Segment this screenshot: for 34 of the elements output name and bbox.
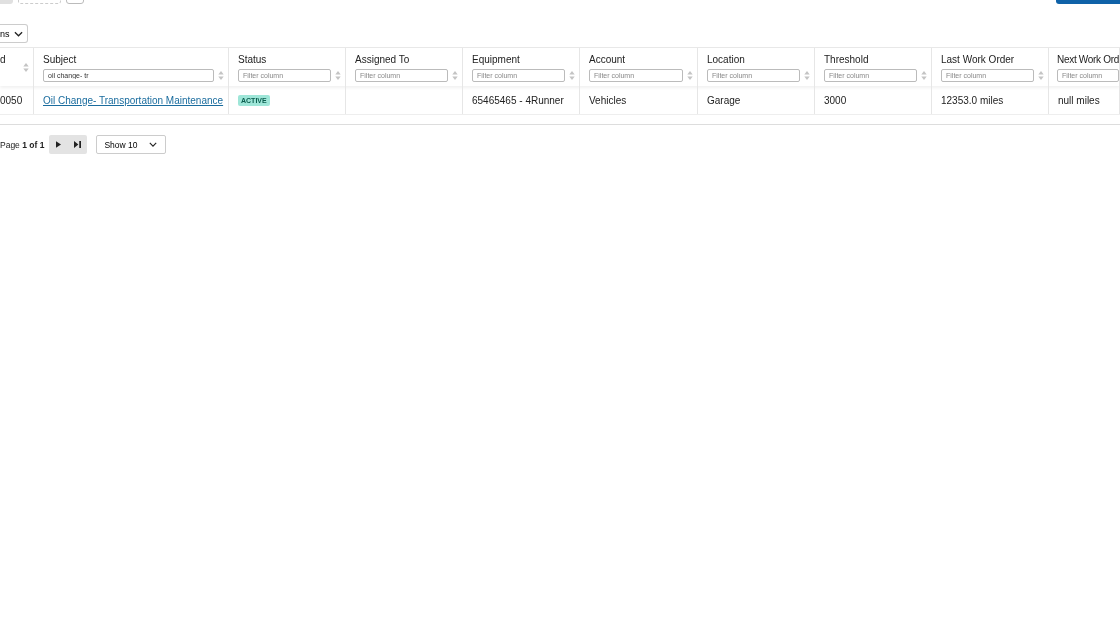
sort-icon[interactable] — [1038, 70, 1044, 80]
column-header: d — [0, 53, 7, 66]
table-cell: 0050 — [0, 94, 23, 106]
table-cell: 12353.0 miles — [941, 94, 1004, 106]
chevron-down-icon — [13, 30, 23, 37]
table-cell: 3000 — [824, 94, 847, 106]
column-header: Subject — [43, 53, 78, 66]
sort-icon[interactable] — [569, 70, 575, 80]
play-icon — [56, 141, 62, 148]
column-header: Equipment — [472, 53, 521, 66]
column-header: Next Work Ord — [1057, 53, 1119, 66]
sort-icon[interactable] — [804, 70, 810, 80]
table-cell: null miles — [1058, 94, 1100, 106]
sort-icon[interactable] — [921, 70, 927, 80]
table-cell: Garage — [707, 94, 741, 106]
sort-icon[interactable] — [687, 70, 693, 80]
column-header: Threshold — [824, 53, 870, 66]
page-size-dropdown[interactable]: Show 10 — [96, 135, 167, 154]
page-indicator: Page 1 of 1 — [0, 139, 45, 150]
subject-link[interactable]: Oil Change- Transportation Maintenance — [43, 94, 224, 106]
column-header: Account — [589, 53, 627, 66]
column-header: Last Work Order — [941, 53, 1016, 66]
sort-icon[interactable] — [23, 62, 29, 72]
column-header: Location — [707, 53, 746, 66]
sort-icon[interactable] — [335, 70, 341, 80]
column-header: Assigned To — [355, 53, 411, 66]
columns-dropdown[interactable]: ns — [0, 24, 28, 43]
sort-icon[interactable] — [218, 70, 224, 80]
table-cell: Vehicles — [589, 94, 627, 106]
chevron-down-icon — [149, 142, 158, 147]
sort-icon[interactable] — [452, 70, 458, 80]
column-header: Status — [238, 53, 268, 66]
skip-end-icon — [74, 141, 82, 148]
table-cell: 65465465 - 4Runner — [472, 94, 564, 106]
